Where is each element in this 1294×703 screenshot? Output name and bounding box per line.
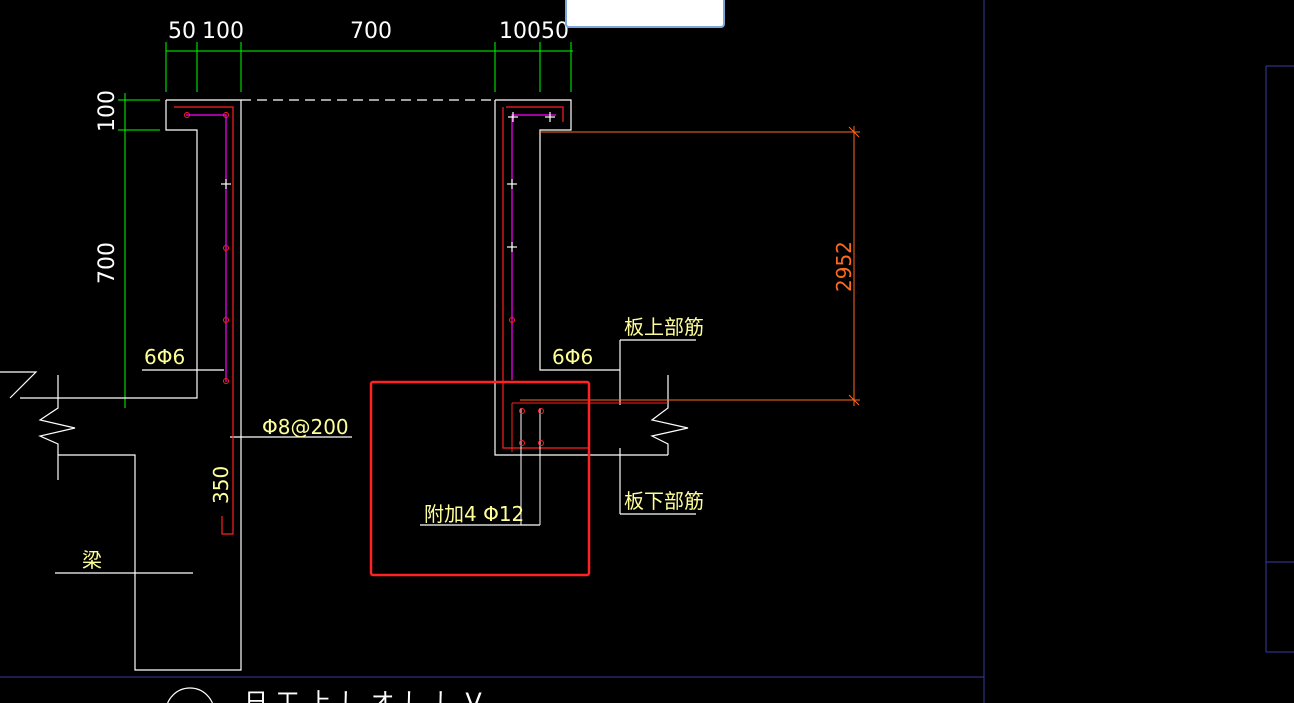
label-bottom-partial: 日 工 上 し オ し し V (244, 688, 482, 703)
dim-right-2952: 2952 (832, 241, 856, 292)
rebar-cross-marks (221, 112, 555, 252)
highlight-selection-box[interactable] (369, 380, 591, 577)
tooltip-text: ···· (581, 0, 599, 6)
top-dimension-chain (165, 42, 573, 92)
label-beam: 梁 (82, 548, 102, 572)
dim-top-100-right: 100 (499, 19, 541, 44)
dim-top-100-left: 100 (202, 19, 244, 44)
dim-top-700: 700 (350, 19, 392, 44)
label-slab-top: 板上部筋 (624, 315, 704, 339)
label-rebar-right: 6Φ6 (552, 345, 593, 369)
label-rebar-left: 6Φ6 (144, 345, 185, 369)
dim-left-100: 100 (95, 90, 120, 132)
label-slab-bottom: 板下部筋 (624, 489, 704, 513)
side-panel-frame (0, 0, 1294, 703)
dim-top-50-left: 50 (168, 19, 196, 44)
label-additional: 附加4 Φ12 (424, 502, 524, 526)
cad-drawing-canvas[interactable]: 50 100 700 100 50 100 700 2952 350 6Φ6 6… (0, 0, 1294, 703)
bottom-circle-marker (167, 687, 213, 703)
dim-vertical-350: 350 (209, 466, 233, 504)
section-outline (0, 99, 696, 671)
rebar-lines (174, 106, 668, 535)
tooltip-popup: ···· (565, 0, 725, 28)
label-stirrup: Φ8@200 (262, 415, 349, 439)
dim-left-700: 700 (95, 242, 120, 284)
rebar-dots (184, 112, 544, 446)
